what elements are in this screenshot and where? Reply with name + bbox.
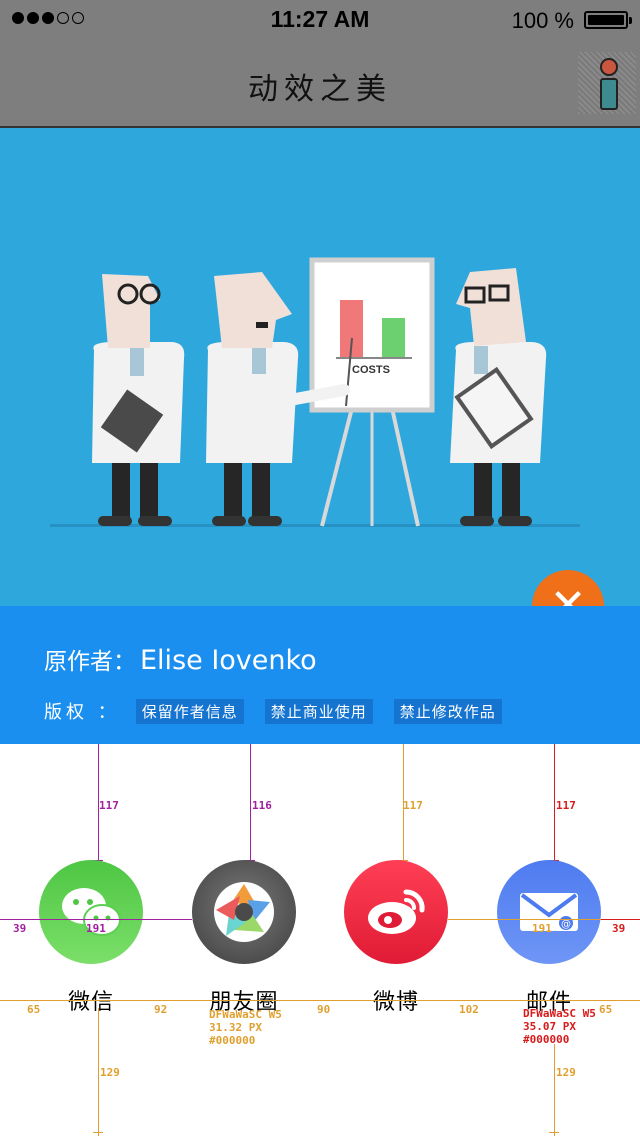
scientist-left: [92, 274, 185, 526]
spec-line: 35.07 PX: [523, 1020, 576, 1033]
spec-line: 31.32 PX: [209, 1021, 262, 1034]
copyright-tag: 禁止商业使用: [264, 698, 373, 724]
share-mail-button[interactable]: @: [497, 860, 601, 964]
author-line: 原作者： Elise Iovenko: [44, 642, 317, 676]
spec-line: #000000: [523, 1033, 570, 1046]
font-spec-mail: DFWaWaSC W5 35.07 PX #000000: [523, 1007, 596, 1046]
measure-label: 39: [612, 922, 626, 935]
measure-label: 92: [154, 1003, 168, 1016]
measure-label: 116: [252, 799, 272, 812]
copyright-tag: 禁止修改作品: [393, 698, 502, 724]
measure-line: [0, 919, 39, 920]
author-info-panel: 原作者： Elise Iovenko 版权 ： 保留作者信息 禁止商业使用 禁止修…: [0, 606, 640, 744]
measure-label: 117: [403, 799, 423, 812]
share-panel: 117 116 117 117 @ 39 191 191 39 微信 朋友圈 微…: [0, 744, 640, 1136]
spec-line: DFWaWaSC W5: [209, 1008, 282, 1021]
battery-percent: 100 %: [511, 8, 574, 33]
share-wechat-button[interactable]: [39, 860, 143, 964]
author-label: 原作者：: [44, 649, 136, 675]
measure-label: 129: [100, 1066, 120, 1079]
measure-line: [250, 744, 251, 860]
share-weibo-button[interactable]: [344, 860, 448, 964]
measure-label: 191: [532, 922, 552, 935]
measure-label: 129: [556, 1066, 576, 1079]
measure-tick: [549, 1132, 559, 1133]
scientist-right: [450, 268, 547, 526]
copyright-label: 版权 ：: [44, 702, 120, 723]
measure-label: 65: [599, 1003, 613, 1016]
hero-illustration: COSTS: [0, 128, 640, 606]
moments-icon: [214, 882, 274, 942]
measure-label: 191: [86, 922, 106, 935]
screen: { "status_bar": { "signal_dots": 5, "sig…: [0, 0, 640, 1136]
measure-label: 90: [317, 1003, 331, 1016]
copyright-tag: 保留作者信息: [135, 698, 244, 724]
measure-line: [0, 1000, 640, 1001]
spec-line: DFWaWaSC W5: [523, 1007, 596, 1020]
measure-label: 117: [556, 799, 576, 812]
weibo-icon: [368, 889, 425, 934]
share-moments-button[interactable]: [192, 860, 296, 964]
measure-line: [448, 919, 601, 920]
svg-text:@: @: [561, 919, 571, 930]
page-title: 动效之美: [248, 72, 392, 107]
measure-line: [554, 744, 555, 860]
measure-label: 117: [99, 799, 119, 812]
copyright-line: 版权 ： 保留作者信息 禁止商业使用 禁止修改作品: [44, 698, 523, 724]
spec-line: #000000: [209, 1034, 256, 1047]
measure-line: [39, 919, 192, 920]
author-name: Elise Iovenko: [140, 645, 317, 676]
font-spec-moments: DFWaWaSC W5 31.32 PX #000000: [209, 1008, 282, 1047]
measure-tick: [93, 1132, 103, 1133]
measure-line: [601, 919, 640, 920]
chart-caption: COSTS: [352, 364, 390, 376]
battery-icon: [584, 11, 632, 29]
measure-line: [554, 1044, 555, 1136]
scientists-illustration: COSTS: [50, 257, 580, 527]
status-bar: 11:27 AM 100 %: [0, 0, 640, 40]
measure-label: 65: [27, 1003, 41, 1016]
measure-label: 102: [459, 1003, 479, 1016]
measure-label: 39: [13, 922, 27, 935]
info-button[interactable]: [578, 52, 636, 114]
navigation-bar: 动效之美: [0, 40, 640, 128]
measure-line: [98, 1008, 99, 1136]
